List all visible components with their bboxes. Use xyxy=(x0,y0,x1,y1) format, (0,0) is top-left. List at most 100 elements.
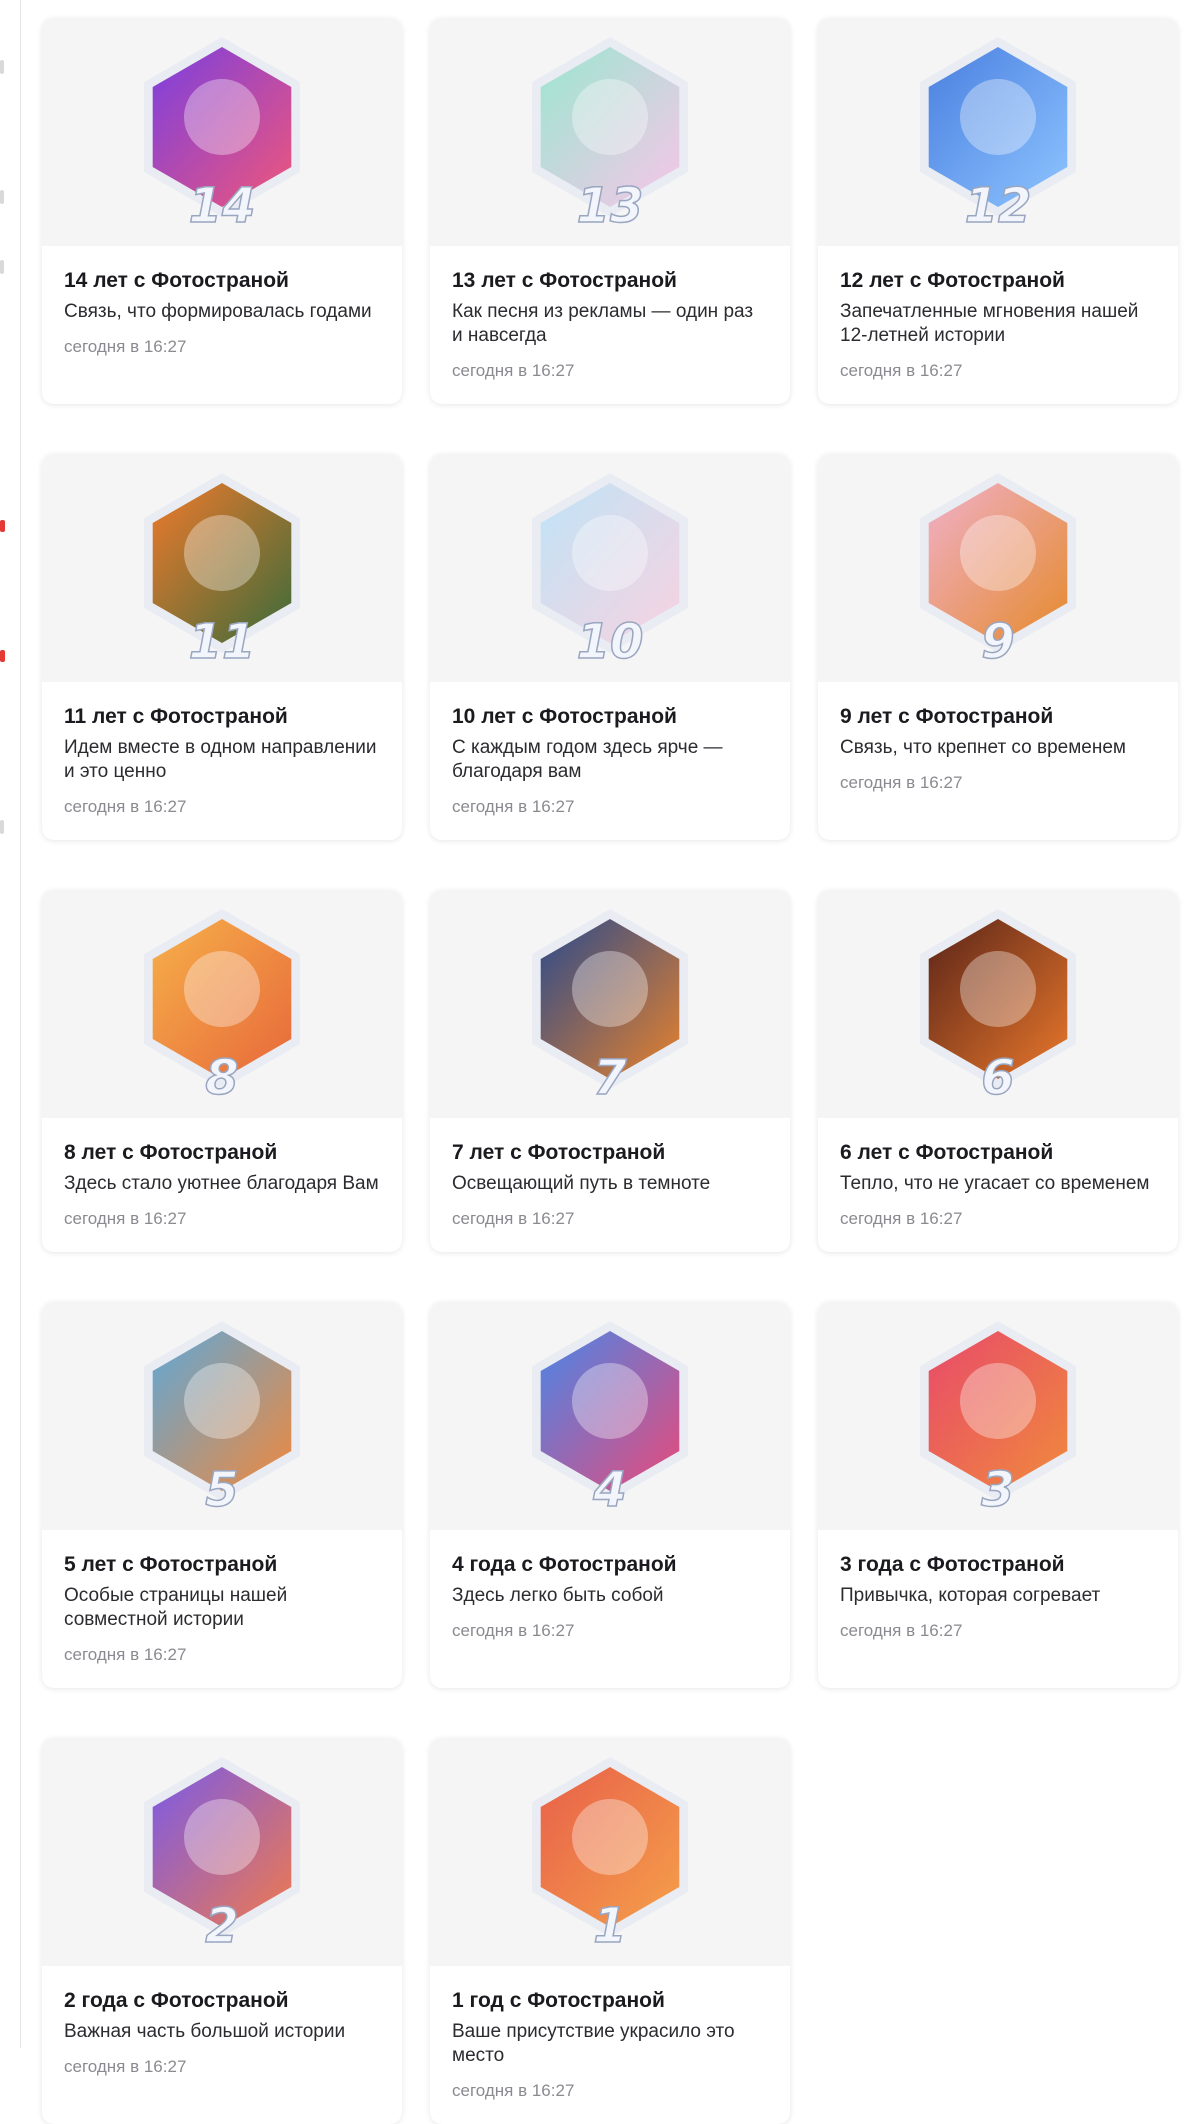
card-timestamp: сегодня в 16:27 xyxy=(840,361,963,380)
armchair-icon: 8 xyxy=(144,909,300,1104)
card-description: Здесь стало уютнее благодаря Вам xyxy=(64,1173,379,1194)
left-sidebar-rail xyxy=(0,0,21,2048)
card-title: 1 год с Фотостраной xyxy=(452,1989,665,2012)
achievement-badge-area: 2 xyxy=(42,1738,402,1966)
badge-number: 13 xyxy=(577,178,644,232)
card-body: 14 лет с Фотостраной Связь, что формирова… xyxy=(42,246,402,380)
achievement-card[interactable]: 9 9 лет с Фотостраной Связь, что крепнет с… xyxy=(818,454,1178,840)
card-body: 12 лет с Фотостраной Запечатленные мгнове… xyxy=(818,246,1178,404)
achievement-badge-area: 3 xyxy=(818,1302,1178,1530)
card-body: 10 лет с Фотостраной С каждым годом здесь… xyxy=(430,682,790,840)
rail-marker xyxy=(0,190,4,204)
achievement-card[interactable]: 4 4 года с Фотостраной Здесь легко быть со… xyxy=(430,1302,790,1688)
card-description: Связь, что формировалась годами xyxy=(64,301,372,322)
lantern-icon: 7 xyxy=(532,909,688,1104)
card-description: Ваше присутствие украсило это место xyxy=(452,2021,735,2066)
card-timestamp: сегодня в 16:27 xyxy=(452,2081,575,2100)
heart-knot-icon: 9 xyxy=(920,473,1076,668)
badge-number: 9 xyxy=(981,614,1014,668)
card-title: 14 лет с Фотостраной xyxy=(64,269,289,292)
card-body: 5 лет с Фотостраной Особые страницы нашей… xyxy=(42,1530,402,1688)
badge-emblem xyxy=(184,951,260,1027)
fireplace-icon: 6 xyxy=(920,909,1076,1104)
card-title: 8 лет с Фотостраной xyxy=(64,1141,278,1164)
achievement-badge-area: 10 xyxy=(430,454,790,682)
badge-number: 5 xyxy=(205,1462,238,1516)
card-title: 6 лет с Фотостраной xyxy=(840,1141,1054,1164)
music-notes-icon: 13 xyxy=(532,37,688,232)
confetti-icon: 10 xyxy=(532,473,688,668)
badge-number: 6 xyxy=(981,1050,1014,1104)
rail-marker xyxy=(0,820,4,834)
card-timestamp: сегодня в 16:27 xyxy=(452,361,575,380)
card-body: 11 лет с Фотостраной Идем вместе в одном … xyxy=(42,682,402,840)
card-title: 5 лет с Фотостраной xyxy=(64,1553,278,1576)
achievement-card[interactable]: 6 6 лет с Фотостраной Тепло, что не угасае… xyxy=(818,890,1178,1252)
card-body: 4 года с Фотостраной Здесь легко быть соб… xyxy=(430,1530,790,1664)
achievement-badge-area: 6 xyxy=(818,890,1178,1118)
camera-icon: 12 xyxy=(920,37,1076,232)
achievement-badge-area: 5 xyxy=(42,1302,402,1530)
badge-number: 4 xyxy=(592,1462,626,1516)
achievement-badge-area: 13 xyxy=(430,18,790,246)
card-title: 7 лет с Фотостраной xyxy=(452,1141,666,1164)
card-title: 2 года с Фотостраной xyxy=(64,1989,289,2012)
card-timestamp: сегодня в 16:27 xyxy=(452,1621,575,1640)
achievements-grid: 14 14 лет с Фотостраной Связь, что формиро… xyxy=(42,18,1178,2124)
card-timestamp: сегодня в 16:27 xyxy=(452,797,575,816)
badge-number: 8 xyxy=(205,1050,238,1104)
achievement-card[interactable]: 8 8 лет с Фотостраной Здесь стало уютнее б… xyxy=(42,890,402,1252)
card-title: 12 лет с Фотостраной xyxy=(840,269,1065,292)
card-body: 1 год с Фотостраной Ваше присутствие укра… xyxy=(430,1966,790,2124)
achievement-card[interactable]: 11 11 лет с Фотостраной Идем вместе в одно… xyxy=(42,454,402,840)
card-body: 8 лет с Фотостраной Здесь стало уютнее бл… xyxy=(42,1118,402,1252)
card-timestamp: сегодня в 16:27 xyxy=(452,1209,575,1228)
badge-number: 12 xyxy=(965,178,1032,232)
badge-emblem xyxy=(184,79,260,155)
achievement-badge-area: 4 xyxy=(430,1302,790,1530)
card-description: Освещающий путь в темноте xyxy=(452,1173,711,1194)
achievement-card[interactable]: 7 7 лет с Фотостраной Освещающий путь в те… xyxy=(430,890,790,1252)
card-body: 13 лет с Фотостраной Как песня из рекламы… xyxy=(430,246,790,404)
card-title: 4 года с Фотостраной xyxy=(452,1553,677,1576)
achievement-card[interactable]: 5 5 лет с Фотостраной Особые страницы наше… xyxy=(42,1302,402,1688)
badge-emblem xyxy=(960,79,1036,155)
achievement-card[interactable]: 3 3 года с Фотостраной Привычка, которая с… xyxy=(818,1302,1178,1688)
card-description: Здесь легко быть собой xyxy=(452,1585,664,1606)
card-description: С каждым годом здесь ярче — благодаря ва… xyxy=(452,737,723,782)
achievement-card[interactable]: 14 14 лет с Фотостраной Связь, что формиро… xyxy=(42,18,402,404)
coffee-cup-icon: 3 xyxy=(920,1321,1076,1516)
achievement-card[interactable]: 13 13 лет с Фотостраной Как песня из рекла… xyxy=(430,18,790,404)
badge-number: 3 xyxy=(981,1462,1014,1516)
card-timestamp: сегодня в 16:27 xyxy=(64,797,187,816)
card-description: Особые страницы нашей совместной истории xyxy=(64,1585,288,1630)
card-description: Связь, что крепнет со временем xyxy=(840,737,1126,758)
card-title: 3 года с Фотостраной xyxy=(840,1553,1065,1576)
badge-number: 14 xyxy=(189,178,256,232)
achievement-card[interactable]: 2 2 года с Фотостраной Важная часть большо… xyxy=(42,1738,402,2124)
card-description: Запечатленные мгновения нашей 12-летней … xyxy=(840,301,1139,346)
card-title: 9 лет с Фотостраной xyxy=(840,705,1054,728)
achievement-card[interactable]: 10 10 лет с Фотостраной С каждым годом зде… xyxy=(430,454,790,840)
achievement-badge-area: 12 xyxy=(818,18,1178,246)
card-title: 10 лет с Фотостраной xyxy=(452,705,677,728)
notification-dot xyxy=(0,650,5,662)
card-timestamp: сегодня в 16:27 xyxy=(64,1209,187,1228)
card-description: Как песня из рекламы — один раз и навсег… xyxy=(452,301,754,346)
achievement-card[interactable]: 12 12 лет с Фотостраной Запечатленные мгно… xyxy=(818,18,1178,404)
achievement-badge-area: 1 xyxy=(430,1738,790,1966)
achievement-card[interactable]: 1 1 год с Фотостраной Ваше присутствие укр… xyxy=(430,1738,790,2124)
card-description: Тепло, что не угасает со временем xyxy=(840,1173,1150,1194)
badge-emblem xyxy=(572,1363,648,1439)
card-timestamp: сегодня в 16:27 xyxy=(840,1621,963,1640)
badge-number: 7 xyxy=(593,1050,627,1104)
achievement-badge-area: 9 xyxy=(818,454,1178,682)
badge-number: 1 xyxy=(593,1898,626,1952)
achievement-badge-area: 11 xyxy=(42,454,402,682)
card-body: 6 лет с Фотостраной Тепло, что не угасает… xyxy=(818,1118,1178,1252)
badge-emblem xyxy=(184,515,260,591)
card-timestamp: сегодня в 16:27 xyxy=(64,1645,187,1664)
card-title: 11 лет с Фотостраной xyxy=(64,705,288,728)
badge-emblem xyxy=(572,1799,648,1875)
badge-emblem xyxy=(184,1363,260,1439)
